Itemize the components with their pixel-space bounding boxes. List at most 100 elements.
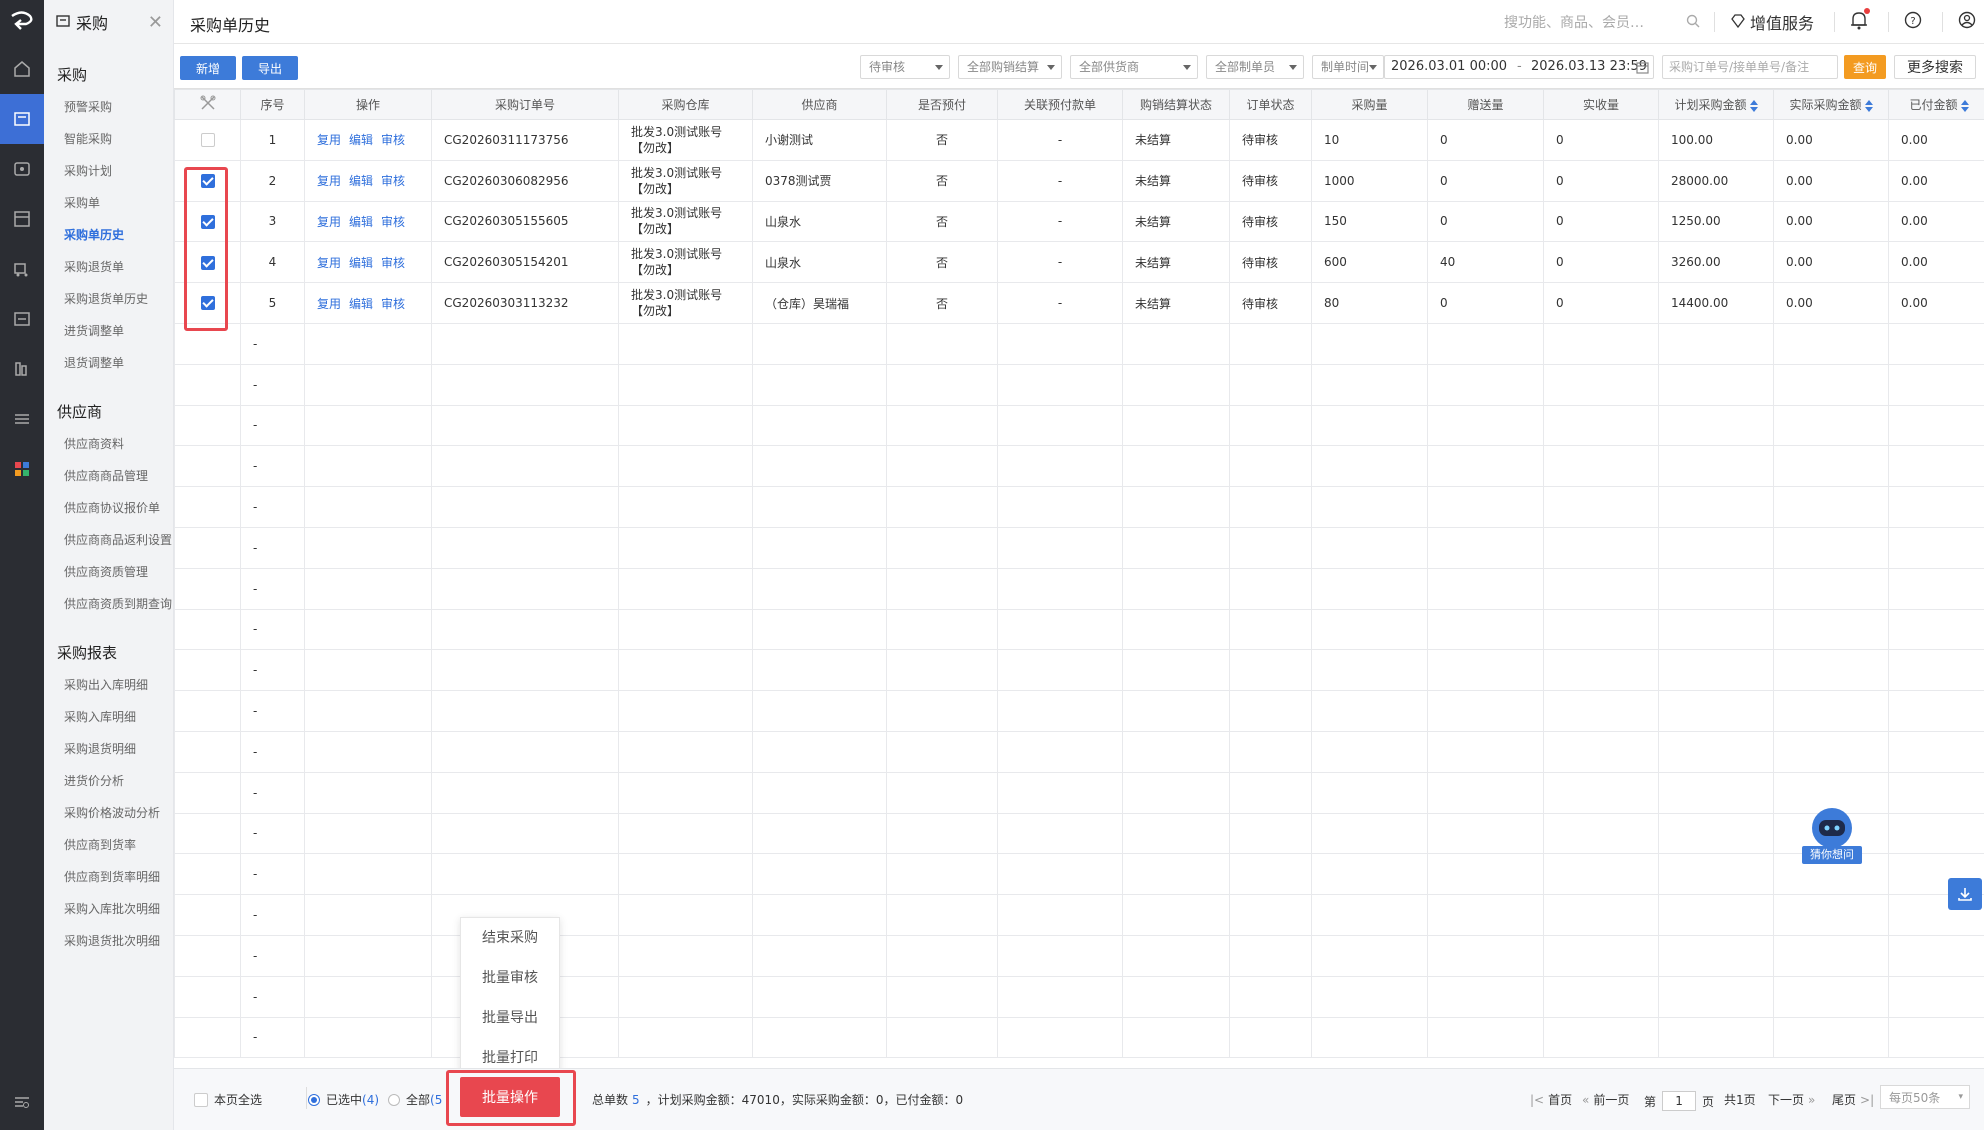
menu-item[interactable]: 退货调整单 [44,347,173,379]
query-button[interactable]: 查询 [1844,55,1886,79]
last-page-link[interactable]: 尾页 >| [1832,1091,1874,1108]
row-checkbox-cell[interactable] [174,200,241,243]
row-action-link[interactable]: 复用 [317,297,341,311]
row-action-link[interactable]: 编辑 [349,215,373,229]
radio[interactable] [308,1093,320,1106]
menu-item[interactable]: 供应商资料 [44,428,173,460]
menu-item[interactable]: 采购价格波动分析 [44,797,173,829]
row-checkbox[interactable] [200,214,215,229]
inventory-nav-icon[interactable] [0,194,44,244]
sort-icon[interactable] [1749,99,1758,112]
first-page-link[interactable]: |< 首页 [1530,1091,1572,1108]
finance-nav-icon[interactable] [0,294,44,344]
header-paid[interactable]: 已付金额 [1888,89,1984,120]
assistant-bot[interactable]: 猜你想问 [1802,806,1862,866]
menu-item[interactable]: 供应商协议报价单 [44,492,173,524]
creator-filter-select[interactable]: 全部制单员 [1206,55,1304,79]
row-action-link[interactable]: 复用 [317,174,341,188]
keyword-search-input[interactable]: 采购订单号/接单单号/备注 [1662,55,1838,79]
menu-item[interactable]: 供应商商品返利设置 [44,524,173,556]
menu-item[interactable]: 采购计划 [44,155,173,187]
sort-icon[interactable] [1960,99,1969,112]
batch-export-menu-item[interactable]: 批量导出 [461,998,559,1038]
menu-item[interactable]: 供应商到货率 [44,829,173,861]
row-checkbox-cell[interactable] [174,282,241,324]
row-action-link[interactable]: 审核 [381,297,405,311]
settle-filter-select[interactable]: 全部购销结算 [958,55,1062,79]
all-radio[interactable]: 全部 (5 [388,1091,442,1108]
status-filter-select[interactable]: 待审核 [860,55,950,79]
row-action-link[interactable]: 复用 [317,133,341,147]
per-page-select[interactable]: 每页50条 ▾ [1880,1085,1970,1109]
report-nav-icon[interactable] [0,344,44,394]
notification-bell-icon[interactable] [1850,8,1870,33]
menu-item[interactable]: 进货价分析 [44,765,173,797]
delivery-nav-icon[interactable] [0,244,44,294]
row-action-link[interactable]: 编辑 [349,297,373,311]
row-checkbox-cell[interactable] [174,241,241,284]
menu-item[interactable]: 采购单历史 [44,219,173,251]
row-action-link[interactable]: 编辑 [349,256,373,270]
menu-item[interactable]: 进货调整单 [44,315,173,347]
select-page-checkbox[interactable]: 本页全选 [194,1091,262,1108]
row-action-link[interactable]: 审核 [381,174,405,188]
row-checkbox[interactable] [200,173,215,188]
header-actual-amount[interactable]: 实际采购金额 [1773,89,1889,120]
radio[interactable] [388,1093,400,1106]
download-icon[interactable] [1948,878,1982,910]
row-action-link[interactable]: 审核 [381,256,405,270]
export-button[interactable]: 导出 [242,56,298,80]
menu-item[interactable]: 采购单 [44,187,173,219]
collapse-menu-icon[interactable] [0,1084,44,1120]
next-page-link[interactable]: 下一页» [1768,1091,1815,1108]
table-row[interactable]: 2 复用 编辑 审核 CG20260306082956 批发3.0测试账号【勿改】 0378… [174,159,1984,202]
menu-item[interactable]: 采购退货单 [44,251,173,283]
menu-item[interactable]: 供应商到货率明细 [44,861,173,893]
batch-operation-button[interactable]: 批量操作 [460,1077,560,1117]
page-number-input[interactable]: 1 [1662,1091,1697,1111]
row-action-link[interactable]: 编辑 [349,133,373,147]
supplier-filter-select[interactable]: 全部供货商 [1070,55,1198,79]
app-logo[interactable] [0,0,44,44]
row-action-link[interactable]: 复用 [317,256,341,270]
checkbox[interactable] [194,1092,208,1107]
selected-radio[interactable]: 已选中 (4) [308,1091,379,1108]
prev-page-link[interactable]: «前一页 [1582,1091,1629,1108]
row-checkbox[interactable] [200,255,215,270]
menu-item[interactable]: 采购退货批次明细 [44,925,173,957]
close-icon[interactable]: ✕ [148,12,163,33]
menu-item[interactable]: 供应商商品管理 [44,460,173,492]
header-plan-amount[interactable]: 计划采购金额 [1658,89,1774,120]
batch-review-menu-item[interactable]: 批量审核 [461,958,559,998]
settings-nav-icon[interactable] [0,394,44,444]
home-icon[interactable] [0,44,44,94]
global-search-input[interactable]: 搜功能、商品、会员… [1496,10,1706,34]
time-type-select[interactable]: 制单时间 [1312,55,1384,79]
purchase-nav-icon[interactable] [0,94,44,144]
table-row[interactable]: 1 复用 编辑 审核 CG20260311173756 批发3.0测试账号【勿改】 小谢测试… [174,119,1984,161]
menu-item[interactable]: 采购入库批次明细 [44,893,173,925]
table-row[interactable]: 5 复用 编辑 审核 CG20260303113232 批发3.0测试账号【勿改】 （仓库）… [174,282,1984,324]
row-action-link[interactable]: 编辑 [349,174,373,188]
end-purchase-menu-item[interactable]: 结束采购 [461,918,559,958]
row-checkbox[interactable] [200,133,215,148]
row-checkbox-cell[interactable] [174,119,241,161]
menu-item[interactable]: 预警采购 [44,91,173,123]
help-icon[interactable]: ? [1904,11,1922,32]
menu-item[interactable]: 供应商资质管理 [44,556,173,588]
row-checkbox[interactable] [200,296,215,311]
menu-item[interactable]: 采购退货单历史 [44,283,173,315]
column-settings-icon[interactable] [199,95,217,115]
menu-item[interactable]: 供应商资质到期查询 [44,588,173,620]
menu-item[interactable]: 采购入库明细 [44,701,173,733]
value-added-services-button[interactable]: 增值服务 [1730,10,1814,34]
row-checkbox-cell[interactable] [174,159,241,202]
date-range-picker[interactable]: 2026.03.01 00:00 - 2026.03.13 23:59 [1384,55,1654,79]
sort-icon[interactable] [1864,99,1873,112]
sales-nav-icon[interactable] [0,144,44,194]
apps-nav-icon[interactable] [0,444,44,494]
menu-item[interactable]: 智能采购 [44,123,173,155]
menu-item[interactable]: 采购退货明细 [44,733,173,765]
row-action-link[interactable]: 审核 [381,133,405,147]
table-row[interactable]: 4 复用 编辑 审核 CG20260305154201 批发3.0测试账号【勿改】 山泉水否… [174,241,1984,284]
